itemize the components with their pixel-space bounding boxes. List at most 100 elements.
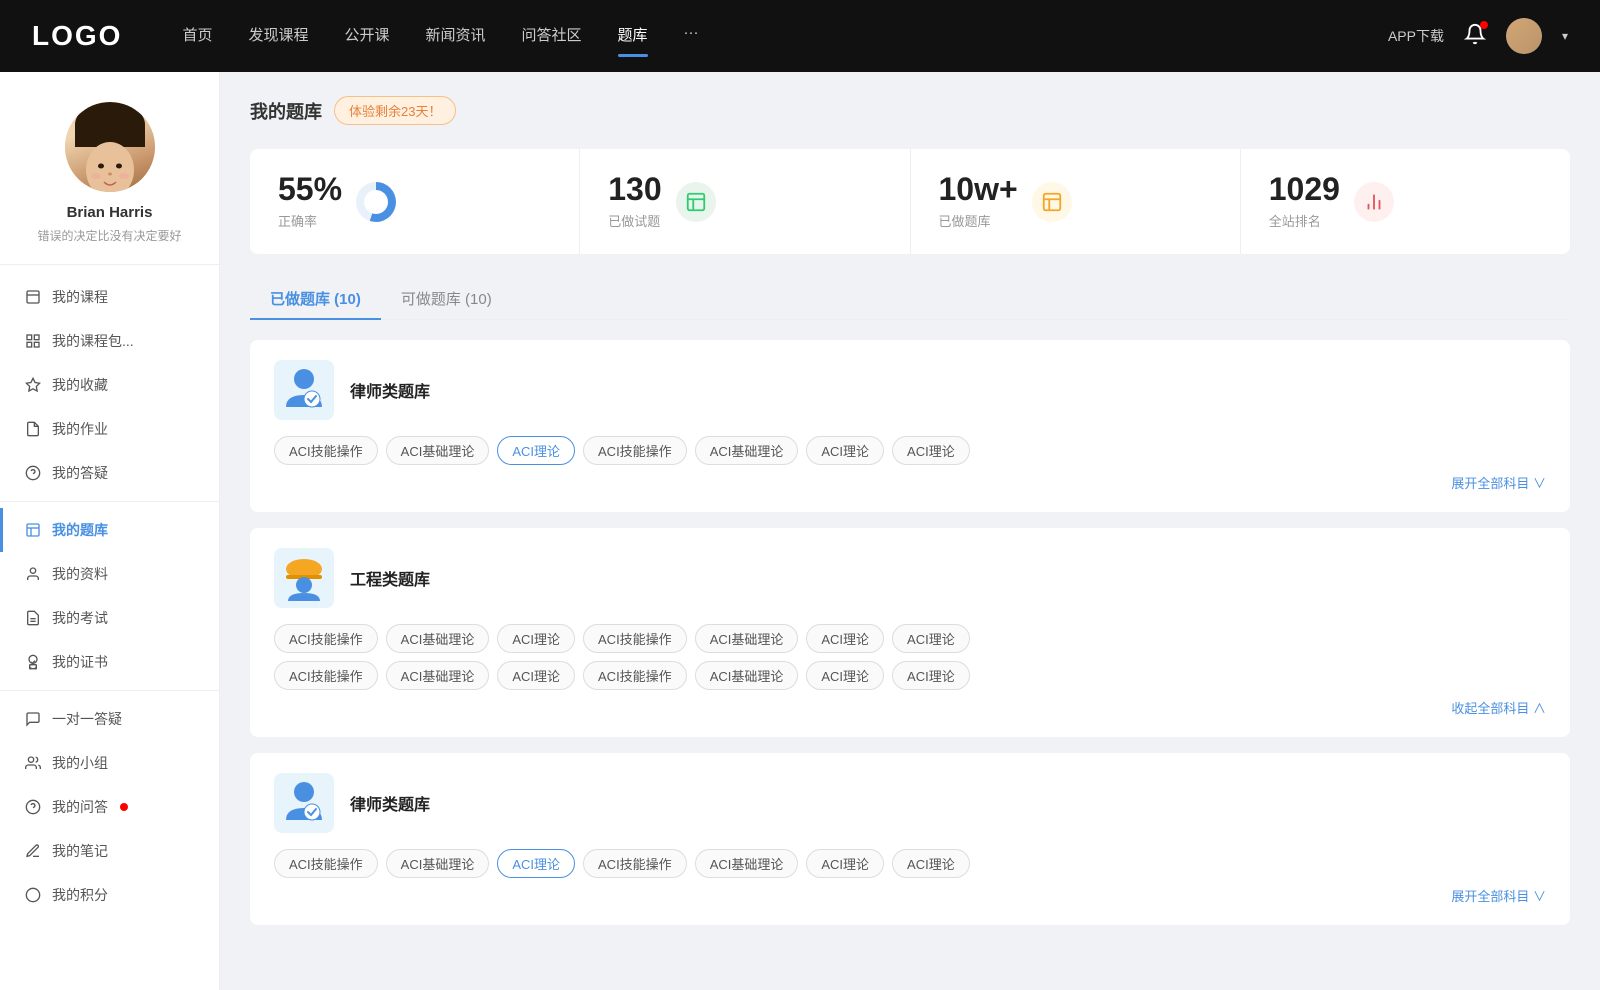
- tag-e11[interactable]: ACI基础理论: [695, 661, 799, 690]
- bank-section-1-expand[interactable]: 展开全部科目 ∨: [274, 473, 1546, 492]
- sidebar-item-label: 我的证书: [52, 652, 108, 672]
- nav-open-course[interactable]: 公开课: [344, 24, 389, 49]
- tag-l6[interactable]: ACI理论: [892, 849, 970, 878]
- stat-rank: 1029 全站排名: [1241, 149, 1570, 254]
- tag-e0[interactable]: ACI技能操作: [274, 624, 378, 653]
- tag-3[interactable]: ACI技能操作: [583, 436, 687, 465]
- bank-section-3-title: 律师类题库: [350, 791, 430, 815]
- tag-e2[interactable]: ACI理论: [497, 624, 575, 653]
- bank-section-lawyer-1: 律师类题库 ACI技能操作 ACI基础理论 ACI理论 ACI技能操作 ACI基…: [250, 340, 1570, 512]
- my-group-icon: [24, 754, 42, 772]
- my-bank-icon: [24, 521, 42, 539]
- tag-e6[interactable]: ACI理论: [892, 624, 970, 653]
- tag-l4[interactable]: ACI基础理论: [695, 849, 799, 878]
- tag-l1[interactable]: ACI基础理论: [386, 849, 490, 878]
- sidebar-item-my-questions[interactable]: 我的答疑: [0, 451, 219, 495]
- nav-bank[interactable]: 题库: [618, 24, 648, 49]
- sidebar-item-my-bank[interactable]: 我的题库: [0, 508, 219, 552]
- tag-e10[interactable]: ACI技能操作: [583, 661, 687, 690]
- sidebar-item-my-homework[interactable]: 我的作业: [0, 407, 219, 451]
- tag-5[interactable]: ACI理论: [806, 436, 884, 465]
- tab-done[interactable]: 已做题库 (10): [250, 278, 381, 319]
- sidebar-motto: 错误的决定比没有决定要好: [37, 227, 181, 244]
- sidebar-item-one-on-one[interactable]: 一对一答疑: [0, 697, 219, 741]
- stat-accuracy-value: 55%: [278, 173, 342, 205]
- tag-l3[interactable]: ACI技能操作: [583, 849, 687, 878]
- sidebar-item-label: 我的作业: [52, 419, 108, 439]
- sidebar-profile: Brian Harris 错误的决定比没有决定要好: [0, 72, 219, 265]
- bank-section-3-tags: ACI技能操作 ACI基础理论 ACI理论 ACI技能操作 ACI基础理论 AC…: [274, 849, 1546, 878]
- tag-1[interactable]: ACI基础理论: [386, 436, 490, 465]
- nav-qa[interactable]: 问答社区: [522, 24, 582, 49]
- logo: LOGO: [32, 20, 122, 52]
- tag-0[interactable]: ACI技能操作: [274, 436, 378, 465]
- tag-l5[interactable]: ACI理论: [806, 849, 884, 878]
- bank-section-3-header: 律师类题库: [274, 773, 1546, 833]
- sidebar-item-label: 我的课程: [52, 287, 108, 307]
- nav-home[interactable]: 首页: [182, 24, 212, 49]
- stat-done-value: 130: [608, 173, 661, 205]
- sidebar-item-label: 我的答疑: [52, 463, 108, 483]
- sidebar-item-my-profile[interactable]: 我的资料: [0, 552, 219, 596]
- bank-section-2-title: 工程类题库: [350, 566, 430, 590]
- nav-news[interactable]: 新闻资讯: [426, 24, 486, 49]
- bank-icon-engineer: [274, 548, 334, 608]
- accuracy-chart-icon: [356, 182, 396, 222]
- stat-accuracy: 55% 正确率: [250, 149, 580, 254]
- my-qa-icon: [24, 798, 42, 816]
- app-download-button[interactable]: APP下载: [1388, 26, 1444, 46]
- tag-e8[interactable]: ACI基础理论: [386, 661, 490, 690]
- notification-bell[interactable]: [1464, 23, 1486, 50]
- nav-more[interactable]: ···: [684, 24, 699, 49]
- tag-e12[interactable]: ACI理论: [806, 661, 884, 690]
- sidebar-item-label: 我的笔记: [52, 841, 108, 861]
- tab-available[interactable]: 可做题库 (10): [381, 278, 512, 319]
- sidebar-item-my-favorites[interactable]: 我的收藏: [0, 363, 219, 407]
- sidebar-item-label: 我的问答: [52, 797, 108, 817]
- tag-e4[interactable]: ACI基础理论: [695, 624, 799, 653]
- tag-6[interactable]: ACI理论: [892, 436, 970, 465]
- trial-badge: 体验剩余23天！: [334, 96, 456, 125]
- nav-discover[interactable]: 发现课程: [248, 24, 308, 49]
- done-questions-icon: [676, 182, 716, 222]
- sidebar-item-my-exam[interactable]: 我的考试: [0, 596, 219, 640]
- main-layout: Brian Harris 错误的决定比没有决定要好 我的课程 我的课程包...: [0, 72, 1600, 990]
- bank-section-engineer: 工程类题库 ACI技能操作 ACI基础理论 ACI理论 ACI技能操作 ACI基…: [250, 528, 1570, 737]
- avatar-chevron-icon[interactable]: ▾: [1562, 29, 1568, 43]
- stat-done: 130 已做试题: [580, 149, 910, 254]
- tag-e1[interactable]: ACI基础理论: [386, 624, 490, 653]
- page-title: 我的题库: [250, 98, 322, 124]
- sidebar-item-label: 我的题库: [52, 520, 108, 540]
- bank-icon-lawyer-1: [274, 360, 334, 420]
- sidebar-item-my-packages[interactable]: 我的课程包...: [0, 319, 219, 363]
- bank-section-1-title: 律师类题库: [350, 378, 430, 402]
- sidebar-item-label: 我的课程包...: [52, 331, 134, 351]
- sidebar-item-my-points[interactable]: 我的积分: [0, 873, 219, 917]
- divider-2: [0, 690, 219, 691]
- bank-section-1-header: 律师类题库: [274, 360, 1546, 420]
- bank-section-2-collapse[interactable]: 收起全部科目 ∧: [274, 698, 1546, 717]
- bank-section-lawyer-2: 律师类题库 ACI技能操作 ACI基础理论 ACI理论 ACI技能操作 ACI基…: [250, 753, 1570, 925]
- tag-e9[interactable]: ACI理论: [497, 661, 575, 690]
- nav-links: 首页 发现课程 公开课 新闻资讯 问答社区 题库 ···: [182, 24, 1388, 49]
- my-packages-icon: [24, 332, 42, 350]
- navbar-right: APP下载 ▾: [1388, 18, 1568, 54]
- avatar[interactable]: [1506, 18, 1542, 54]
- tag-2[interactable]: ACI理论: [497, 436, 575, 465]
- tag-e5[interactable]: ACI理论: [806, 624, 884, 653]
- sidebar-item-my-notes[interactable]: 我的笔记: [0, 829, 219, 873]
- tag-e7[interactable]: ACI技能操作: [274, 661, 378, 690]
- tag-l2[interactable]: ACI理论: [497, 849, 575, 878]
- tag-e3[interactable]: ACI技能操作: [583, 624, 687, 653]
- bank-section-3-expand[interactable]: 展开全部科目 ∨: [274, 886, 1546, 905]
- tag-4[interactable]: ACI基础理论: [695, 436, 799, 465]
- bank-tabs: 已做题库 (10) 可做题库 (10): [250, 278, 1570, 320]
- tag-l0[interactable]: ACI技能操作: [274, 849, 378, 878]
- stat-bank: 10w+ 已做题库: [911, 149, 1241, 254]
- sidebar-item-my-group[interactable]: 我的小组: [0, 741, 219, 785]
- tag-e13[interactable]: ACI理论: [892, 661, 970, 690]
- sidebar-item-my-courses[interactable]: 我的课程: [0, 275, 219, 319]
- sidebar-item-my-qa[interactable]: 我的问答: [0, 785, 219, 829]
- sidebar-item-my-cert[interactable]: 我的证书: [0, 640, 219, 684]
- stat-accuracy-label: 正确率: [278, 211, 342, 230]
